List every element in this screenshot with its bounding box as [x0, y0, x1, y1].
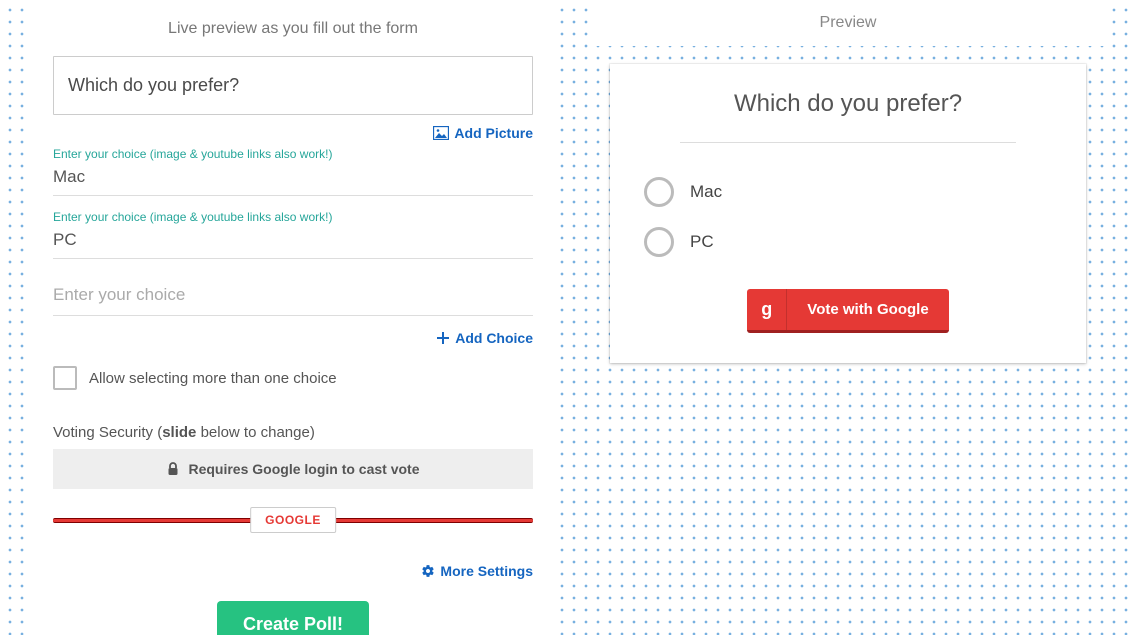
choice-hint: Enter your choice (image & youtube links…: [53, 147, 533, 161]
preview-card: Which do you prefer? Mac PC g Vote with …: [610, 64, 1086, 363]
add-choice-link[interactable]: Add Choice: [53, 330, 533, 346]
more-settings-link[interactable]: More Settings: [53, 563, 533, 579]
choice-row: Enter your choice (image & youtube links…: [53, 210, 533, 259]
add-choice-label[interactable]: Add Choice: [455, 330, 533, 346]
preview-header: Preview: [588, 0, 1108, 46]
lock-icon: [166, 461, 180, 477]
preview-option[interactable]: Mac: [640, 167, 1056, 217]
radio-icon[interactable]: [644, 227, 674, 257]
gear-icon: [421, 564, 435, 578]
radio-icon[interactable]: [644, 177, 674, 207]
create-poll-button[interactable]: Create Poll!: [217, 601, 369, 635]
choice-row: [53, 281, 533, 316]
google-g-icon: g: [747, 289, 787, 330]
allow-multi-row[interactable]: Allow selecting more than one choice: [53, 366, 533, 390]
divider: [680, 142, 1016, 143]
poll-title-input[interactable]: [53, 56, 533, 115]
allow-multi-checkbox[interactable]: [53, 366, 77, 390]
preview-question: Which do you prefer?: [640, 90, 1056, 142]
choice-input-empty[interactable]: [53, 281, 533, 307]
slider-handle[interactable]: GOOGLE: [250, 507, 336, 533]
option-label: PC: [690, 232, 714, 252]
choice-hint: Enter your choice (image & youtube links…: [53, 210, 533, 224]
picture-icon: [433, 126, 449, 140]
security-slider[interactable]: GOOGLE: [53, 507, 533, 533]
add-picture-label[interactable]: Add Picture: [454, 125, 533, 141]
plus-icon: [436, 331, 450, 345]
form-panel: Live preview as you fill out the form Ad…: [28, 0, 558, 635]
preview-option[interactable]: PC: [640, 217, 1056, 267]
more-settings-label[interactable]: More Settings: [440, 563, 533, 579]
add-picture-link[interactable]: Add Picture: [53, 125, 533, 141]
preview-panel: Preview Which do you prefer? Mac PC g Vo…: [588, 0, 1108, 635]
choice-row: Enter your choice (image & youtube links…: [53, 147, 533, 196]
vote-google-button[interactable]: g Vote with Google: [747, 289, 948, 333]
choice-input-2[interactable]: [53, 226, 533, 252]
security-banner-text: Requires Google login to cast vote: [188, 461, 419, 477]
allow-multi-label: Allow selecting more than one choice: [89, 370, 337, 387]
option-label: Mac: [690, 182, 722, 202]
choice-input-1[interactable]: [53, 163, 533, 189]
security-banner: Requires Google login to cast vote: [53, 449, 533, 489]
form-subhead: Live preview as you fill out the form: [53, 20, 533, 38]
vote-button-label: Vote with Google: [787, 289, 948, 330]
security-heading: Voting Security (slide below to change): [53, 424, 533, 441]
